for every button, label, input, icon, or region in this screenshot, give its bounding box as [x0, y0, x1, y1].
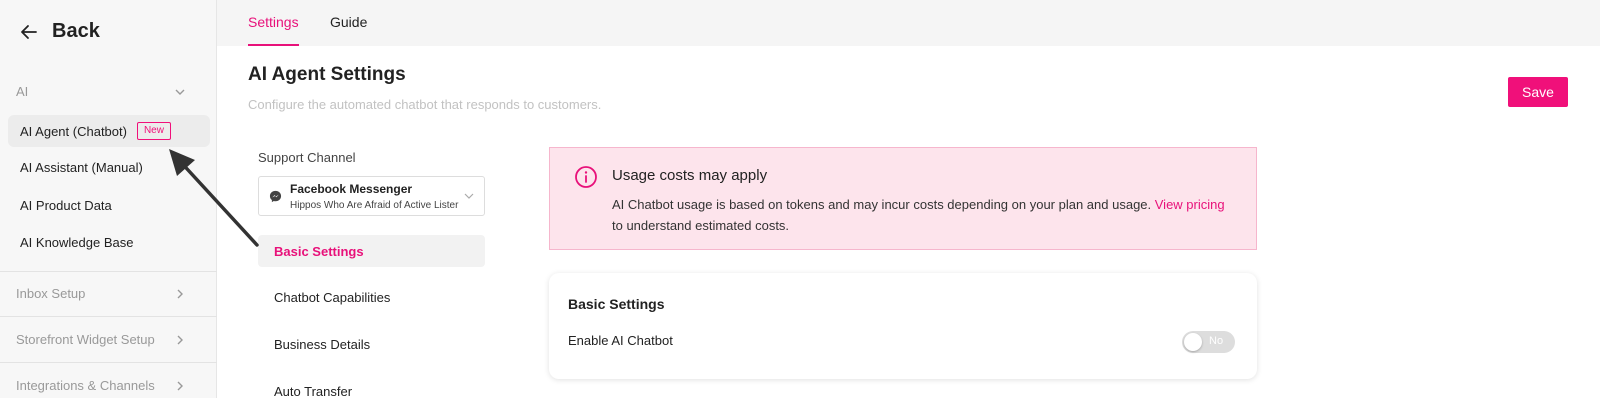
chevron-right-icon: [177, 381, 183, 390]
subnav-chatbot-capabilities[interactable]: Chatbot Capabilities: [258, 281, 485, 313]
sidebar-section-inbox-setup[interactable]: Inbox Setup: [16, 286, 186, 301]
toggle-knob: [1184, 333, 1202, 351]
alert-title: Usage costs may apply: [612, 167, 768, 184]
tab-settings[interactable]: Settings: [248, 14, 299, 46]
view-pricing-link[interactable]: View pricing: [1155, 197, 1225, 212]
subnav-basic-settings[interactable]: Basic Settings: [258, 235, 485, 267]
sidebar-section-ai[interactable]: AI: [16, 84, 186, 99]
sidebar-item-ai-agent[interactable]: AI Agent (Chatbot) New: [8, 115, 210, 147]
sidebar-section-label: Storefront Widget Setup: [16, 332, 155, 347]
card-title: Basic Settings: [568, 296, 665, 312]
subnav-business-details[interactable]: Business Details: [258, 328, 485, 360]
alert-body-text: to understand estimated costs.: [612, 218, 790, 233]
new-badge: New: [136, 122, 171, 140]
chevron-right-icon: [177, 289, 183, 298]
sidebar-item-label: AI Product Data: [20, 197, 112, 213]
enable-ai-chatbot-label: Enable AI Chatbot: [568, 333, 673, 348]
arrow-left-icon: [21, 24, 37, 39]
sidebar-item-label: AI Assistant (Manual): [20, 159, 143, 175]
annotation-arrow-icon: [169, 149, 259, 247]
enable-ai-chatbot-toggle[interactable]: No: [1182, 331, 1235, 353]
divider: [0, 362, 217, 363]
sidebar-section-label: Integrations & Channels: [16, 378, 155, 393]
page-title: AI Agent Settings: [248, 64, 406, 85]
chevron-right-icon: [177, 335, 183, 344]
divider: [0, 271, 217, 272]
chevron-down-icon: [464, 193, 474, 199]
basic-settings-card: Basic Settings Enable AI Chatbot No: [549, 273, 1257, 379]
divider: [0, 316, 217, 317]
alert-body-text: AI Chatbot usage is based on tokens and …: [612, 197, 1155, 212]
sidebar-section-integrations[interactable]: Integrations & Channels: [16, 378, 186, 393]
sidebar-section-storefront-widget[interactable]: Storefront Widget Setup: [16, 332, 186, 347]
back-label: Back: [52, 20, 100, 42]
support-channel-select[interactable]: Facebook Messenger Hippos Who Are Afraid…: [258, 176, 485, 216]
sidebar-section-label: AI: [16, 84, 29, 99]
save-button[interactable]: Save: [1508, 77, 1568, 107]
tab-guide[interactable]: Guide: [330, 14, 367, 46]
info-icon: [575, 166, 597, 188]
sidebar-item-label: AI Knowledge Base: [20, 234, 134, 250]
back-button[interactable]: Back: [20, 20, 100, 43]
top-tab-bar: Settings Guide: [217, 0, 1600, 46]
support-channel-label: Support Channel: [258, 150, 356, 165]
usage-cost-alert: Usage costs may apply AI Chatbot usage i…: [549, 147, 1257, 250]
alert-body: AI Chatbot usage is based on tokens and …: [612, 194, 1232, 236]
channel-page-name: Hippos Who Are Afraid of Active Lister: [290, 200, 459, 211]
subnav-auto-transfer[interactable]: Auto Transfer: [258, 375, 485, 398]
chevron-down-icon: [175, 89, 185, 95]
sidebar-item-label: AI Agent (Chatbot): [20, 123, 127, 139]
toggle-label: No: [1209, 335, 1224, 347]
messenger-icon: [269, 190, 282, 203]
channel-name: Facebook Messenger: [290, 182, 413, 196]
page-subtitle: Configure the automated chatbot that res…: [248, 97, 602, 112]
sidebar-section-label: Inbox Setup: [16, 286, 86, 301]
